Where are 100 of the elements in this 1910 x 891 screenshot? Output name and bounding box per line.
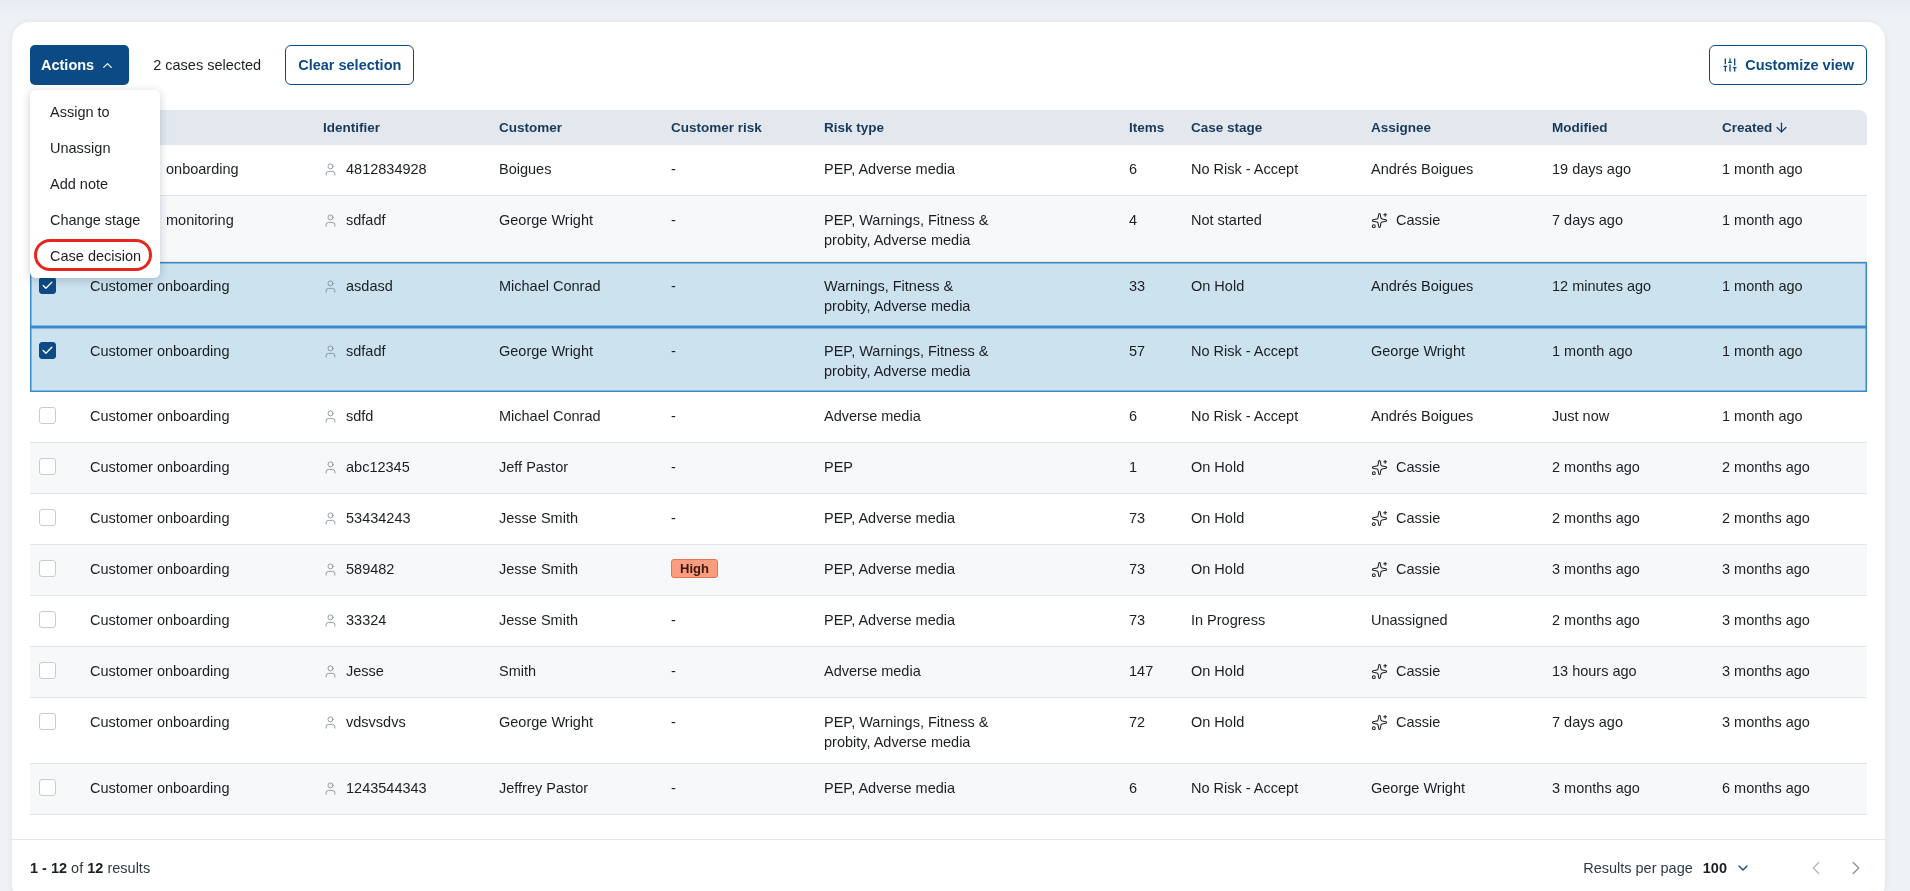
table-cell-text: 53434243 (346, 509, 411, 528)
table-cell-text: 57 (1129, 342, 1147, 361)
table-cell-text: PEP, Adverse media (824, 611, 957, 630)
table-cell-text: 2 months ago (1552, 611, 1641, 630)
table-cell-text: PEP, Warnings, Fitness & probity, Adverse media (824, 342, 990, 381)
table-cell-text: Jesse Smith (499, 560, 579, 579)
assignee-name: Cassie (1396, 560, 1441, 579)
table-cell-text: Michael Conrad (499, 277, 602, 296)
table-cell-text: 2 months ago (1722, 509, 1811, 528)
table-cell-text: sdfd (346, 407, 374, 426)
table-cell-text: sdfadf (346, 211, 386, 230)
assignee-name: Unassigned (1371, 611, 1449, 630)
table-cell-text: Adverse media (824, 662, 922, 681)
table-cell-text: PEP, Adverse media (824, 160, 957, 179)
table-cell-text: 1 month ago (1722, 277, 1804, 296)
table-cell-text: George Wright (499, 713, 595, 732)
table-cell-text: 3 months ago (1722, 713, 1811, 732)
table-cell-text: PEP, Warnings, Fitness & probity, Adverse media (824, 713, 990, 752)
assignee-name: George Wright (1371, 342, 1467, 361)
table-cell-text: PEP, Adverse media (824, 779, 957, 798)
table-cell-text: - (671, 211, 677, 230)
table-cell-text: - (671, 662, 677, 681)
table-cell: Customer onboarding (90, 343, 230, 359)
table-cell-text: Jesse (346, 662, 384, 681)
table-cell-text: 19 days ago (1552, 160, 1632, 179)
table-cell-text: 1 month ago (1722, 407, 1804, 426)
assignee-name: Cassie (1396, 662, 1441, 681)
table-cell-text: 3 months ago (1722, 611, 1811, 630)
table-cell-text: 33 (1129, 277, 1147, 296)
table-cell-text: 1 (1129, 458, 1139, 477)
assignee-name: Cassie (1396, 713, 1441, 732)
table-cell-text: 4812834928 (346, 160, 427, 179)
table-cell-text: - (671, 342, 677, 361)
table-cell: Customer onboarding (90, 612, 230, 628)
assignee-name: Cassie (1396, 509, 1441, 528)
table-cell-text: asdasd (346, 277, 393, 296)
table-cell-text: Jeffrey Pastor (499, 779, 590, 798)
table-cell-text: 589482 (346, 560, 395, 579)
table-cell-text: - (671, 713, 677, 732)
table-cell-text: On Hold (1191, 662, 1246, 681)
table-cell-text: On Hold (1191, 560, 1246, 579)
table-cell: onboarding (166, 161, 239, 177)
table-cell: monitoring (166, 212, 234, 228)
table-cell-text: 1 month ago (1722, 342, 1804, 361)
table-cell-text: 1243544343 (346, 779, 427, 798)
table-cell: Customer onboarding (90, 510, 230, 526)
assignee-name: Cassie (1396, 211, 1441, 230)
table-cell-text: Smith (499, 662, 538, 681)
table-cell-text: Adverse media (824, 407, 922, 426)
table-cell-text: Boigues (499, 160, 553, 179)
table-cell-text: Not started (1191, 211, 1263, 230)
table-cell-text: 73 (1129, 509, 1147, 528)
table-cell-text: PEP, Warnings, Fitness & probity, Adverse media (824, 211, 990, 250)
table-cell-text: 33324 (346, 611, 387, 630)
results-summary: 1 - 12 of 12 results (30, 860, 151, 876)
table-cell-text: George Wright (499, 342, 595, 361)
table-cell-text: 2 months ago (1722, 458, 1811, 477)
table-cell-text: 13 hours ago (1552, 662, 1638, 681)
table-cell-text: No Risk - Accept (1191, 342, 1300, 361)
table-cell-text: 3 months ago (1722, 560, 1811, 579)
table-cell-text: - (671, 458, 677, 477)
table-cell-text: 6 (1129, 160, 1139, 179)
table-cell: Customer onboarding (90, 459, 230, 475)
table-cell-text: No Risk - Accept (1191, 407, 1300, 426)
table-cell-text: 3 months ago (1552, 779, 1641, 798)
table-cell: Customer onboarding (90, 278, 230, 294)
per-page-label: Results per page (1583, 860, 1693, 876)
table-cell-text: Jesse Smith (499, 509, 579, 528)
assignee-name: Cassie (1396, 458, 1441, 477)
table-cell-text: Michael Conrad (499, 407, 602, 426)
table-cell-text: 1 month ago (1722, 160, 1804, 179)
table-cell-text: No Risk - Accept (1191, 160, 1300, 179)
table-cell-text: vdsvsdvs (346, 713, 406, 732)
table-cell-text: On Hold (1191, 277, 1246, 296)
table-cell-text: On Hold (1191, 509, 1246, 528)
table-cell-text: Just now (1552, 407, 1611, 426)
table-cell-text: sdfadf (346, 342, 386, 361)
table-cell-text: 3 months ago (1552, 560, 1641, 579)
table-cell-text: 1 month ago (1552, 342, 1634, 361)
table-cell-text: - (671, 160, 677, 179)
table-cell-text: 6 (1129, 407, 1139, 426)
table-cell-text: PEP, Adverse media (824, 509, 957, 528)
table-cell-text: 4 (1129, 211, 1139, 230)
table-cell-text: - (671, 779, 677, 798)
table-cell-text: In Progress (1191, 611, 1267, 630)
risk-badge: High (671, 559, 718, 578)
table-cell-text: On Hold (1191, 458, 1246, 477)
table-cell-text: Jesse Smith (499, 611, 579, 630)
table-cell-text: - (671, 277, 677, 296)
table-cell-text: PEP, Adverse media (824, 560, 957, 579)
table-cell-text: 73 (1129, 560, 1147, 579)
table-cell-text: Jeff Pastor (499, 458, 570, 477)
table-cell-text: 7 days ago (1552, 713, 1624, 732)
table-cell-text: PEP (824, 458, 854, 477)
table-cell-text: 3 months ago (1722, 662, 1811, 681)
table-cell-text: 2 months ago (1552, 509, 1641, 528)
table-cell-text: 6 months ago (1722, 779, 1811, 798)
table-cell-text: abc12345 (346, 458, 410, 477)
table-cell-text: 1 month ago (1722, 211, 1804, 230)
table-cell-text: - (671, 509, 677, 528)
